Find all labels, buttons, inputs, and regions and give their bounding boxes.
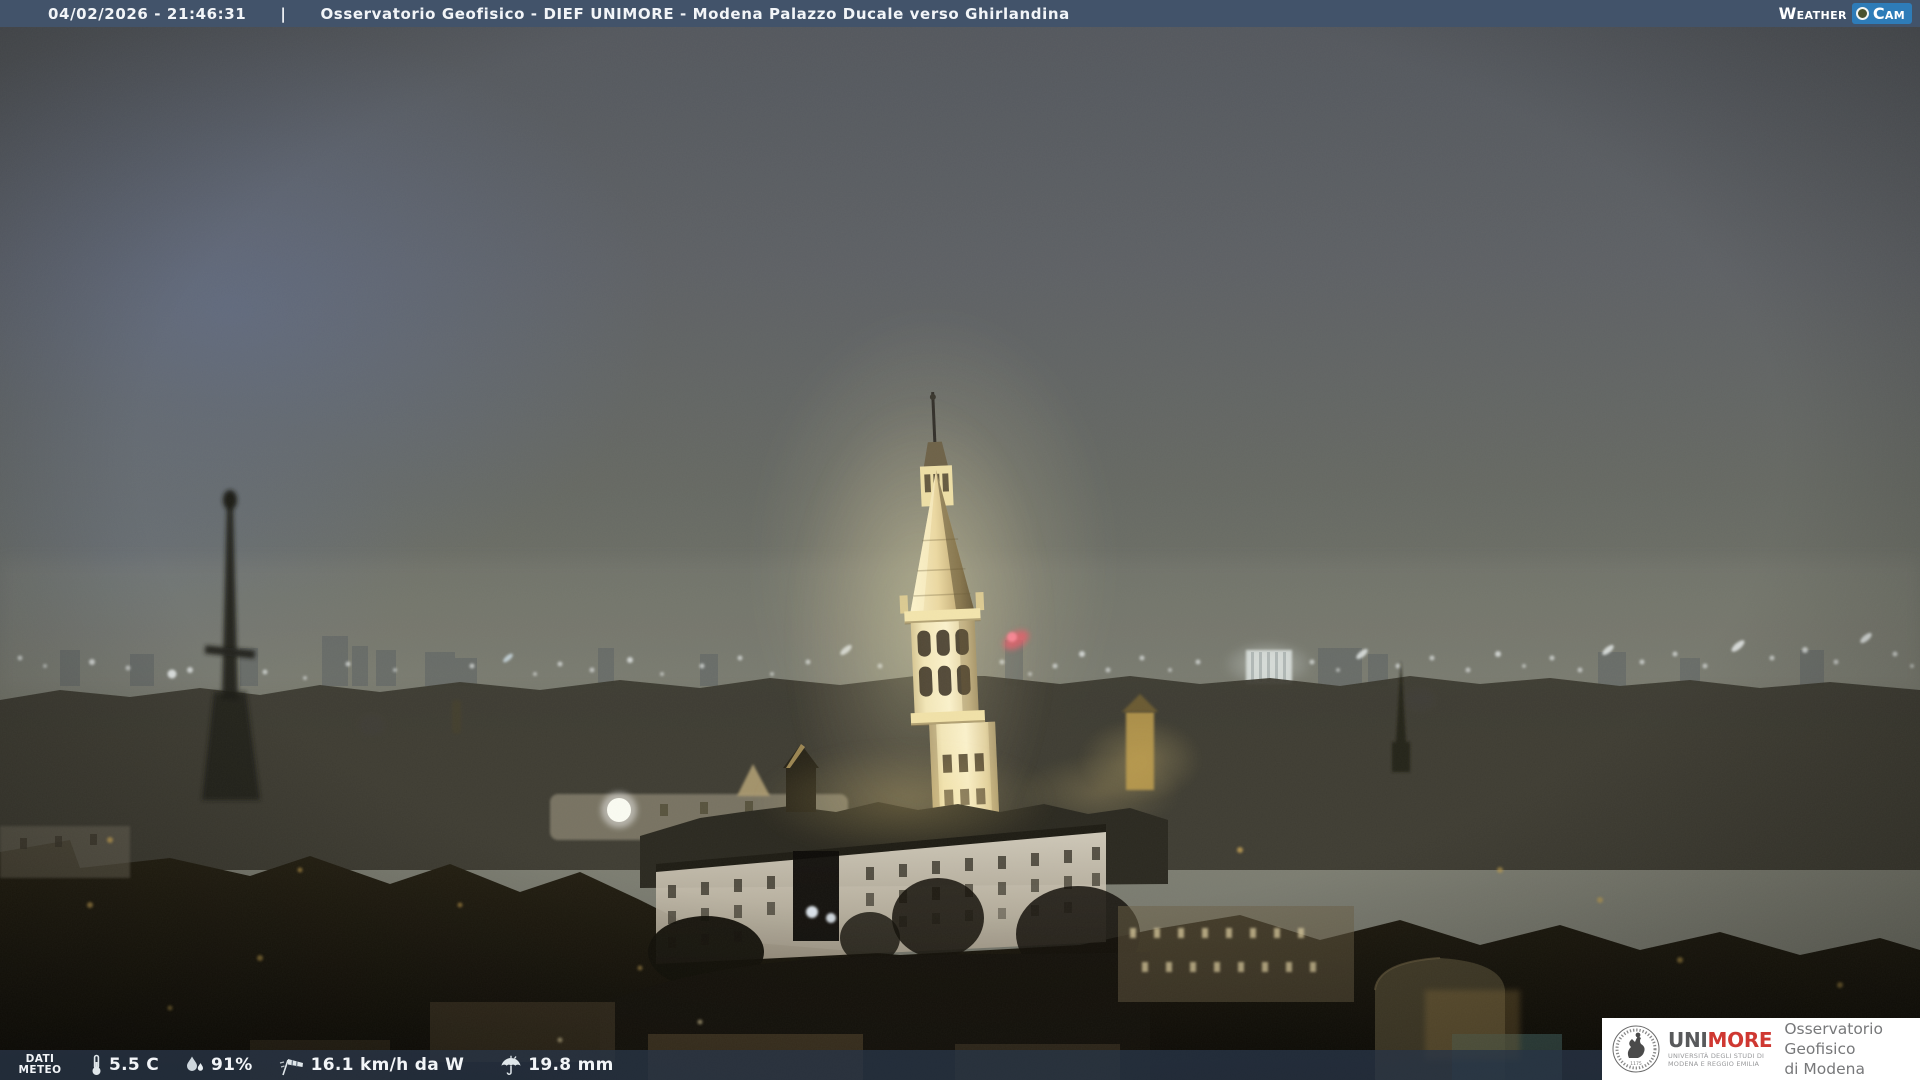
humidity-reading: 91% (185, 1055, 253, 1075)
header-bar: 04/02/2026 - 21:46:31 | Osservatorio Geo… (0, 0, 1920, 27)
temperature-value: 5.5 C (109, 1055, 159, 1075)
weathercam-cam-label: Cam (1873, 4, 1905, 23)
unimore-seal-icon: 1175 (1612, 1025, 1660, 1073)
unimore-wordmark: UNIMORE UNIVERSITÀ DEGLI STUDI DI MODENA… (1668, 1030, 1772, 1068)
umbrella-icon (500, 1055, 522, 1076)
wind-reading: 16.1 km/h da W (279, 1055, 465, 1076)
temperature-reading: 5.5 C (90, 1054, 159, 1076)
observatory-name: Osservatorio Geofisico di Modena (1784, 1019, 1920, 1079)
unimore-more-text: MORE (1708, 1028, 1773, 1052)
wind-value: 16.1 km/h da W (311, 1055, 465, 1075)
weathercam-cam-badge: Cam (1852, 3, 1912, 24)
weathercam-logo[interactable]: Weather Cam (1779, 3, 1912, 24)
separator: | (280, 5, 286, 23)
webcam-frame: 04/02/2026 - 21:46:31 | Osservatorio Geo… (0, 0, 1920, 1080)
meteo-label-line2: METEO (16, 1065, 64, 1076)
camera-title: Osservatorio Geofisico - DIEF UNIMORE - … (320, 5, 1069, 23)
rain-value: 19.8 mm (528, 1055, 613, 1075)
timestamp: 04/02/2026 - 21:46:31 (48, 5, 246, 23)
windsock-icon (279, 1055, 305, 1076)
unimore-subtitle-line2: MODENA E REGGIO EMILIA (1668, 1060, 1772, 1068)
film-grain (0, 0, 1920, 1080)
observatory-name-line1: Osservatorio Geofisico (1784, 1019, 1920, 1059)
observatory-name-line2: di Modena (1784, 1059, 1920, 1079)
thermometer-icon (90, 1054, 103, 1076)
weathercam-weather-label: Weather (1779, 4, 1847, 23)
raindrops-icon (185, 1055, 205, 1075)
rain-reading: 19.8 mm (500, 1055, 613, 1076)
camera-lens-icon (1856, 7, 1869, 20)
seal-year: 1175 (1630, 1061, 1642, 1067)
unimore-logo-box[interactable]: 1175 UNIMORE UNIVERSITÀ DEGLI STUDI DI M… (1602, 1018, 1920, 1080)
unimore-subtitle-line1: UNIVERSITÀ DEGLI STUDI DI (1668, 1052, 1772, 1060)
humidity-value: 91% (211, 1055, 253, 1075)
night-cityscape-photo (0, 0, 1920, 1080)
unimore-uni-text: UNI (1668, 1028, 1708, 1052)
meteo-label: DATI METEO (16, 1054, 64, 1076)
